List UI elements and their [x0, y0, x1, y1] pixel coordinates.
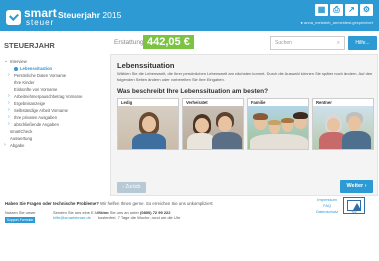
sidebar: STEUERJAHR ⌄ Interview Lebenssituation › Per… — [0, 31, 103, 196]
footer-help-bold: Haben Sie Fragen oder technische Problem… — [5, 201, 99, 206]
sidebar-item[interactable]: smartCheck — [4, 128, 82, 135]
sidebar-item[interactable]: › Ergebnisanzeige — [4, 100, 82, 107]
main-content: Erstattung 442,05 € Suchen ⌕ Hilfe... Le… — [110, 31, 378, 196]
footer-support-column: Nutzen Sie unser Support-Formular — [5, 210, 36, 223]
logo-check-icon — [6, 9, 21, 25]
smartsteuer-logo[interactable]: smart steuer — [6, 7, 57, 27]
family-photo — [248, 106, 308, 149]
back-button[interactable]: ‹ Zurück — [117, 182, 146, 193]
option-familie[interactable]: Familie — [247, 98, 309, 150]
app-title-label: Steuerjahr — [58, 10, 101, 20]
sidebar-item[interactable]: › Ihre privaten Ausgaben — [4, 114, 82, 121]
option-label: Verheiratet — [183, 99, 243, 106]
seal-label: TÜV — [351, 211, 357, 214]
sidebar-item-label: Ihre Kinder — [14, 80, 35, 85]
footer-phone-column: Rufen Sie uns an unter (0800) 72 99 222 … — [98, 210, 180, 220]
sidebar-item[interactable]: ⌄ Interview — [4, 58, 82, 65]
sidebar-item[interactable]: › Persönliche Daten Vorname — [4, 72, 82, 79]
search-input[interactable]: Suchen ⌕ — [270, 36, 345, 50]
grid-icon[interactable]: ▦ — [315, 4, 328, 16]
print-icon[interactable]: ⎙ — [330, 4, 343, 16]
top-bar: smart steuer Steuerjahr 2015 ▦ ⎙ ↗ ⚙ ● a… — [0, 0, 379, 31]
next-button[interactable]: Weiter › — [340, 180, 373, 193]
account-status[interactable]: ● anna_meisterb_anmeldest.gespeichert — [301, 20, 373, 25]
settings-icon[interactable]: ⚙ — [360, 4, 373, 16]
sidebar-item-label: Persönliche Daten Vorname — [14, 73, 67, 78]
sidebar-item[interactable]: › Arbeitnehmerpauschbetrag Vorname — [4, 93, 82, 100]
sidebar-item-label: Interview — [10, 59, 27, 64]
search-placeholder: Suchen — [275, 40, 292, 46]
sidebar-item-label: Lebenssituation — [20, 66, 53, 71]
sidebar-item-label: Abgabe — [10, 143, 25, 148]
sidebar-item[interactable]: Auswertung — [4, 135, 82, 142]
sidebar-item[interactable]: › abschließende Angaben — [4, 121, 82, 128]
lebenssituation-card: Lebenssituation Wählen Sie die Lebenswel… — [110, 54, 378, 196]
footer-help-rest: Wir helfen Ihnen gerne. So erreichen Sie… — [98, 201, 214, 206]
sidebar-item-label: smartCheck — [10, 129, 33, 134]
sidebar-tree: ⌄ Interview Lebenssituation › Persönliche Da… — [4, 58, 82, 149]
option-rentner[interactable]: Rentner — [312, 98, 374, 150]
erstattung-label: Erstattung — [114, 39, 144, 46]
sidebar-item[interactable]: Ihre Kinder — [4, 79, 82, 86]
sidebar-item-label: Arbeitnehmerpauschbetrag Vorname — [14, 94, 83, 99]
toolbar-icons: ▦ ⎙ ↗ ⚙ — [315, 4, 373, 16]
help-button[interactable]: Hilfe... — [348, 36, 377, 50]
option-label: Ledig — [118, 99, 178, 106]
logo-steuer-text: steuer — [26, 18, 55, 27]
sidebar-item-label: Ihre privaten Ausgaben — [14, 115, 58, 120]
sidebar-item-label: Auswertung — [10, 136, 33, 141]
sidebar-item-label: Selbständige Arbeit Vorname — [14, 108, 69, 113]
tuv-seal-icon: TÜV — [343, 197, 365, 214]
active-dot-icon — [14, 66, 18, 71]
share-icon[interactable]: ↗ — [345, 4, 358, 16]
footer-help-text: Haben Sie Fragen oder technische Problem… — [5, 201, 214, 206]
datenschutz-link[interactable]: Datenschutz — [316, 209, 338, 215]
search-icon[interactable]: ⌕ — [337, 40, 340, 47]
option-verheiratet[interactable]: Verheiratet — [182, 98, 244, 150]
sidebar-item[interactable]: Lebenssituation — [4, 65, 82, 72]
footer-links: Impressum FAQ Datenschutz — [316, 197, 338, 215]
support-form-button[interactable]: Support-Formular — [5, 217, 35, 223]
footer-support-text: Nutzen Sie unser — [5, 210, 36, 215]
single-person-photo — [118, 106, 178, 149]
app-title-year: 2015 — [102, 10, 122, 20]
sidebar-item-label: Einkünfte von Vorname — [14, 87, 58, 92]
sidebar-item[interactable]: › Abgabe — [4, 142, 82, 149]
couple-photo — [183, 106, 243, 149]
question-heading: Was beschreibt Ihre Lebenssituation am b… — [117, 88, 269, 95]
sidebar-item-label: Ergebnisanzeige — [14, 101, 46, 106]
sidebar-item[interactable]: › Selbständige Arbeit Vorname — [4, 107, 82, 114]
sidebar-item-label: abschließende Angaben — [14, 122, 59, 127]
retiree-couple-photo — [313, 106, 373, 149]
option-tiles: Ledig Verheiratet Familie Rentner — [117, 98, 374, 150]
sidebar-title: STEUERJAHR — [4, 41, 55, 50]
card-title: Lebenssituation — [117, 61, 175, 70]
sidebar-item[interactable]: Einkünfte von Vorname — [4, 86, 82, 93]
footer-phone-hours: kostenfrei, 7 Tage die Woche, rund um di… — [98, 215, 181, 220]
option-label: Rentner — [313, 99, 373, 106]
card-intro: Wählen Sie die Lebenswelt, die Ihrer per… — [117, 71, 373, 82]
erstattung-value: 442,05 € — [143, 35, 194, 49]
option-label: Familie — [248, 99, 308, 106]
option-ledig[interactable]: Ledig — [117, 98, 179, 150]
app-title: Steuerjahr 2015 — [58, 10, 121, 20]
